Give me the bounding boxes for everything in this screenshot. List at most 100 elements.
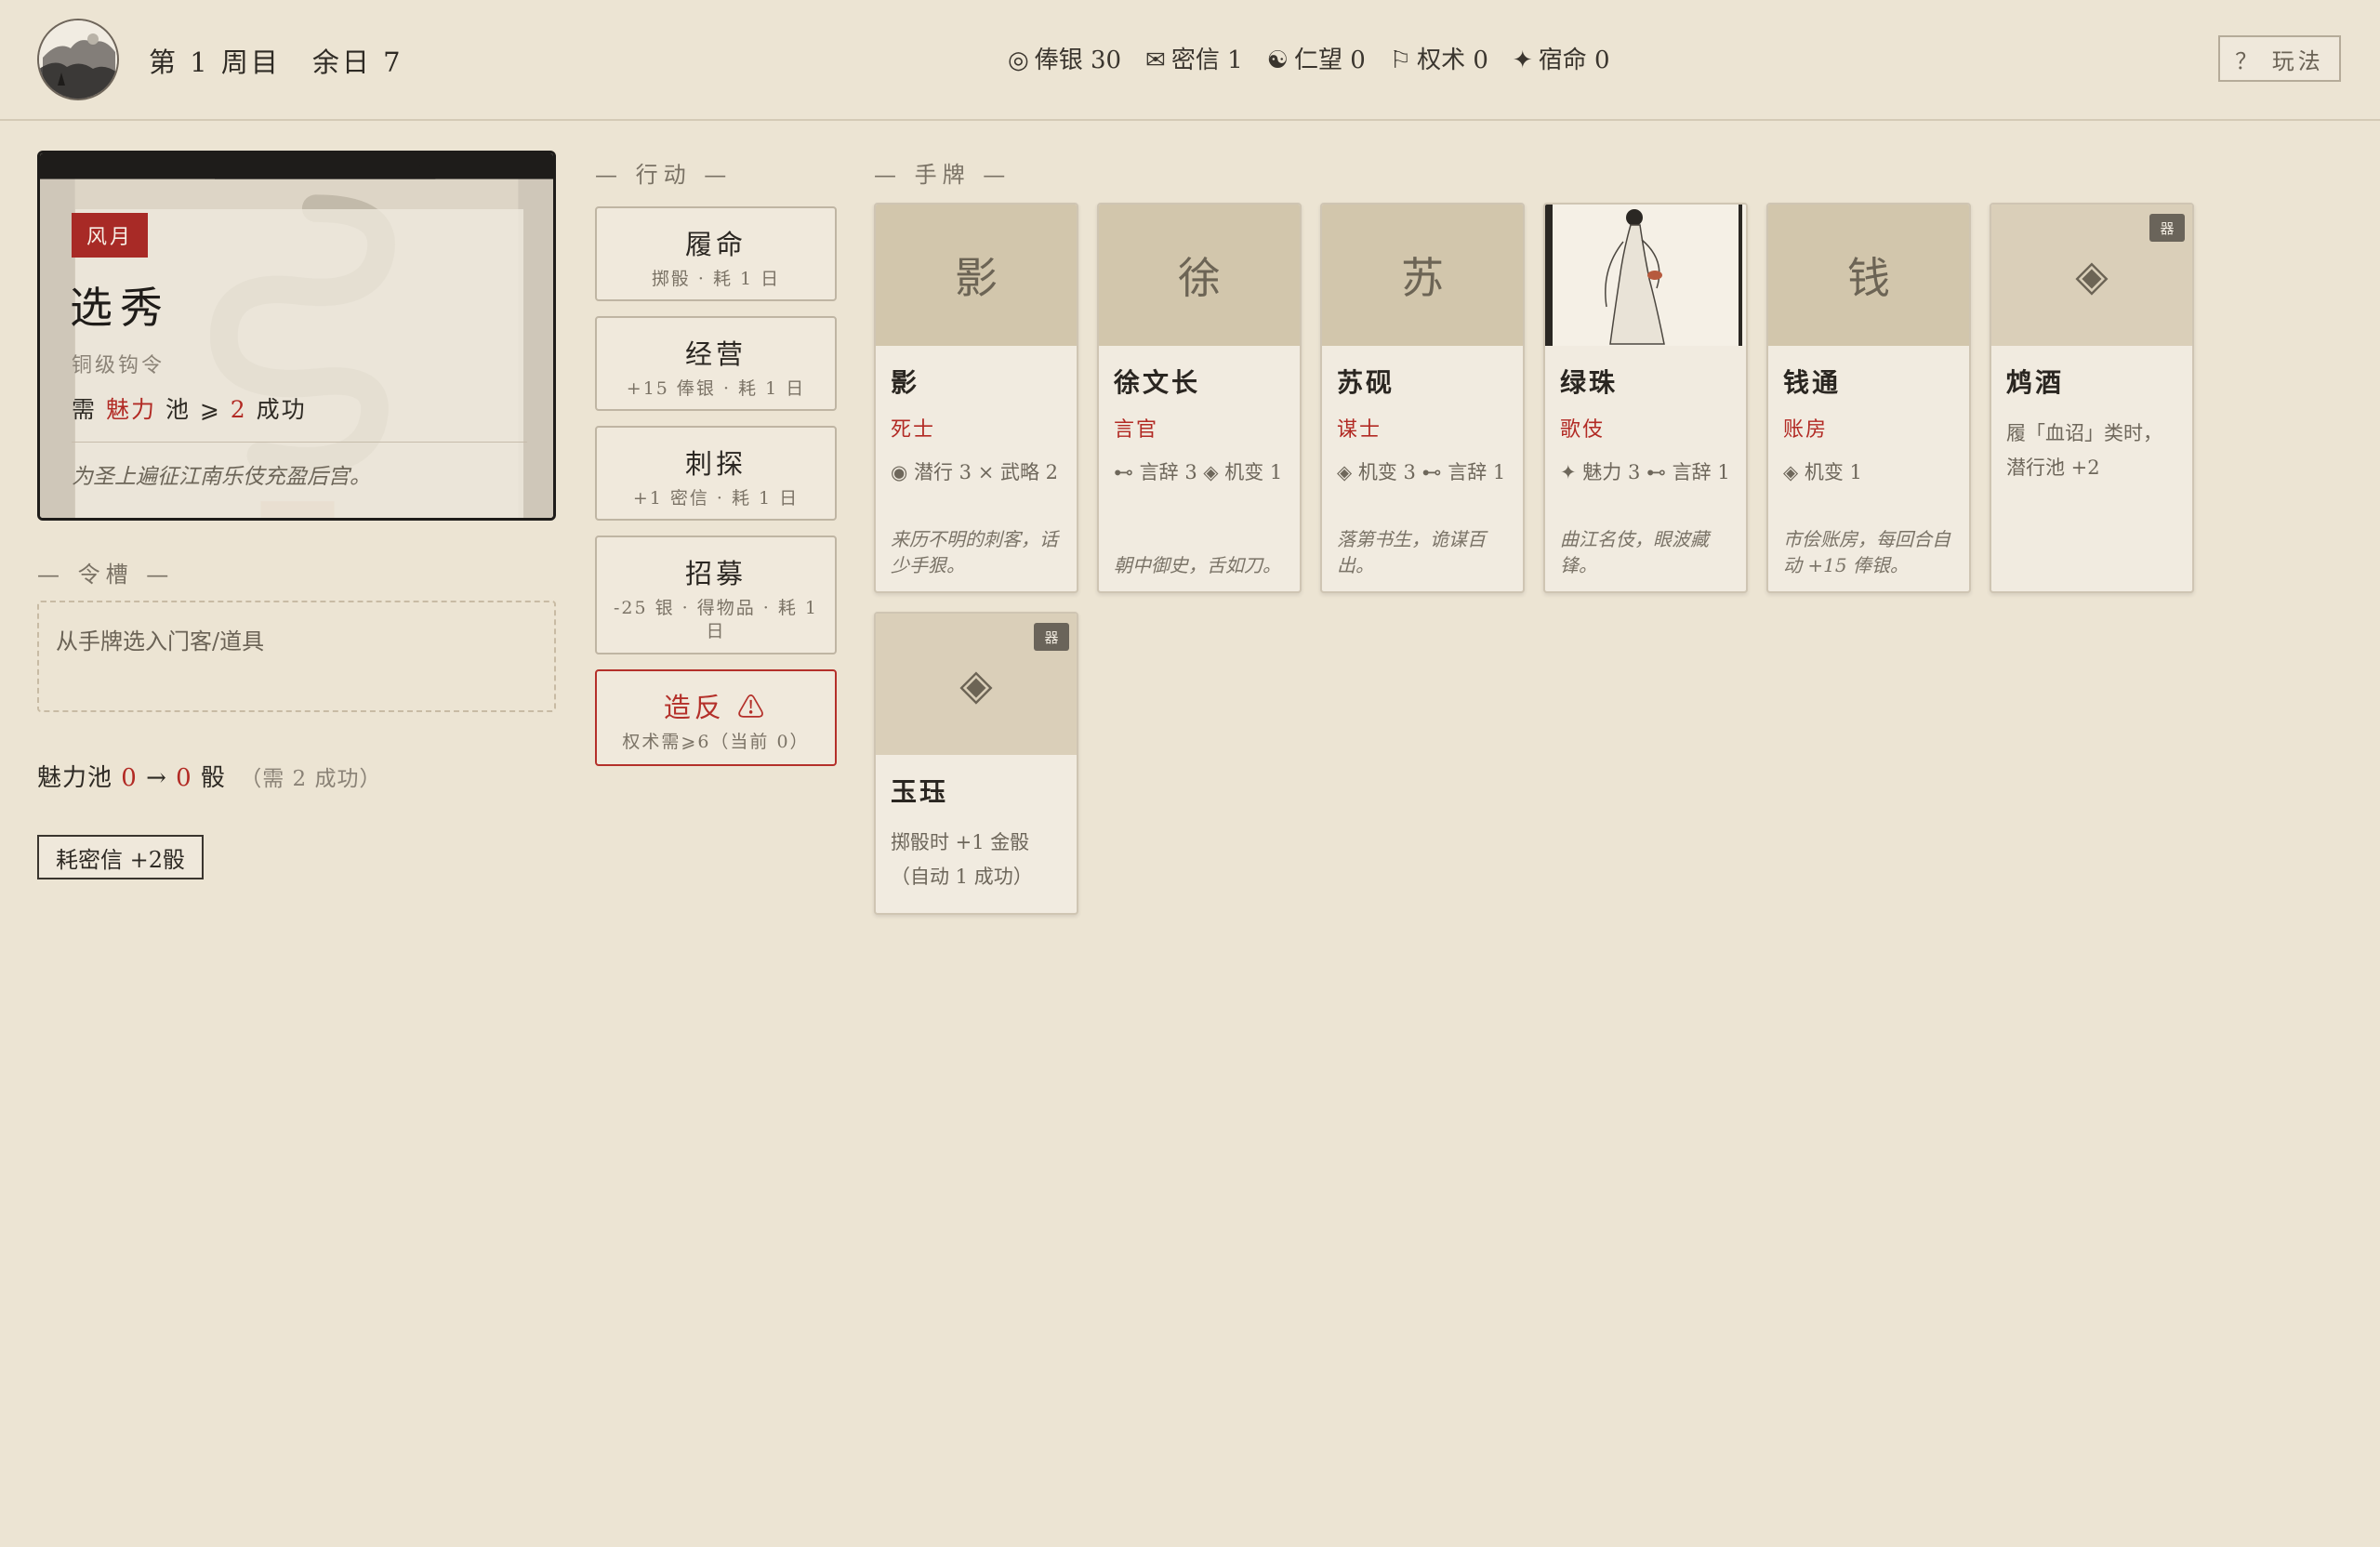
req-attribute: 魅力: [105, 396, 156, 423]
top-bar: 第 1 周目 余日 7 ◎ 俸银 30 ✉ 密信 1 ☯ 仁望 0 ⚐ 权术 0 ✦ 宿命 …: [0, 0, 2380, 121]
card-stats: ⊷ 言辞 3 ◈ 机变 1: [1114, 461, 1283, 483]
pool-to: 0: [176, 764, 192, 792]
stat-fate: ✦ 宿命 0: [1513, 41, 1610, 75]
card-portrait: ◈ 器: [876, 614, 1077, 755]
card-flavor: 曲江名伎，眼波藏锋。: [1560, 528, 1709, 576]
player-avatar[interactable]: [37, 19, 119, 100]
card-role: 账房: [1783, 418, 1829, 442]
dancer-portrait-icon: [1545, 205, 1746, 346]
days-left-label: 余日 7: [311, 46, 403, 78]
help-button[interactable]: ？ 玩法: [2218, 35, 2341, 82]
yinyang-icon: ☯: [1266, 46, 1289, 74]
event-divider: [72, 442, 527, 443]
event-subtitle: 铜级钩令: [72, 354, 165, 377]
hand-card-su-yan[interactable]: 苏 苏砚 谋士 ◈ 机变 3 ⊷ 言辞 1 落第书生，诡谋百出。: [1320, 203, 1525, 593]
diamond-icon: ◈: [2075, 250, 2109, 300]
slot-placeholder: 从手牌选入门客/道具: [56, 628, 265, 654]
order-slot[interactable]: 从手牌选入门客/道具: [37, 601, 556, 712]
stat-fate-label: 宿命 0: [1538, 46, 1610, 74]
hand-card-poison-wine[interactable]: ◈ 器 鸩酒 履「血诏」类时，潜行池 +2: [1990, 203, 2194, 593]
pool-unit: 骰: [200, 764, 226, 792]
stat-benevolence-label: 仁望 0: [1293, 46, 1366, 74]
hand-card-jade-ring[interactable]: ◈ 器 玉珏 掷骰时 +1 金骰（自动 1 成功）: [874, 612, 1078, 915]
card-portrait: [1545, 205, 1746, 346]
action-recruit[interactable]: 招募 -25 银 · 得物品 · 耗 1 日: [595, 536, 837, 654]
silver-icon: ◎: [1008, 46, 1029, 74]
pool-note: （需 2 成功）: [240, 767, 382, 791]
action-name: 刺探: [684, 448, 747, 480]
stat-benevolence: ☯ 仁望 0: [1267, 41, 1366, 75]
star-icon: ✦: [1512, 46, 1533, 74]
card-name: 钱通: [1783, 367, 1842, 398]
req-suffix: 成功: [256, 396, 307, 423]
pool-label: 魅力池: [37, 764, 113, 792]
action-desc: +1 密信 · 耗 1 日: [632, 488, 800, 509]
event-category-tag: 风月: [72, 213, 149, 258]
hand-card-qian-tong[interactable]: 钱 钱通 账房 ◈ 机变 1 市侩账房，每回合自动 +15 俸银。: [1766, 203, 1971, 593]
action-manage[interactable]: 经营 +15 俸银 · 耗 1 日: [595, 316, 837, 411]
turn-info: 第 1 周目 余日 7: [149, 41, 435, 80]
card-portrait: 钱: [1768, 205, 1969, 346]
action-name: 造反 ⚠: [663, 692, 769, 723]
card-portrait: ◈ 器: [1991, 205, 2192, 346]
card-name: 影: [891, 367, 920, 398]
card-effect: 履「血诏」类时，潜行池 +2: [2006, 422, 2162, 479]
pool-from: 0: [121, 764, 138, 792]
action-name: 招募: [684, 558, 747, 589]
action-spy[interactable]: 刺探 +1 密信 · 耗 1 日: [595, 426, 837, 521]
letter-icon: ✉: [1145, 46, 1166, 74]
card-portrait: 苏: [1322, 205, 1523, 346]
event-requirement: 需 魅力 池 ⩾ 2 成功: [72, 391, 307, 425]
card-flavor: 朝中御史，舌如刀。: [1114, 554, 1281, 576]
diamond-icon: ◈: [959, 659, 993, 709]
hand-card-xu-wenchang[interactable]: 徐 徐文长 言官 ⊷ 言辞 3 ◈ 机变 1 朝中御史，舌如刀。: [1097, 203, 1302, 593]
card-flavor: 市侩账房，每回合自动 +15 俸银。: [1783, 528, 1950, 576]
action-name: 经营: [684, 338, 747, 370]
action-desc: +15 俸银 · 耗 1 日: [626, 378, 806, 399]
item-badge: 器: [1034, 623, 1069, 651]
req-operator: 池 ⩾: [165, 396, 221, 423]
card-name: 徐文长: [1114, 367, 1201, 398]
hand-card-lv-zhu[interactable]: 绿珠 歌伎 ✦ 魅力 3 ⊷ 言辞 1 曲江名伎，眼波藏锋。: [1543, 203, 1748, 593]
card-name: 鸩酒: [2006, 367, 2065, 398]
stat-letter-label: 密信 1: [1170, 46, 1243, 74]
action-name: 履命: [684, 229, 747, 260]
card-effect: 掷骰时 +1 金骰（自动 1 成功）: [891, 831, 1033, 888]
card-name: 苏砚: [1337, 367, 1395, 398]
action-rebel[interactable]: 造反 ⚠ 权术需⩾6（当前 0）: [595, 669, 837, 766]
ink-landscape-icon: [39, 20, 117, 99]
stat-silver: ◎ 俸银 30: [1008, 41, 1121, 75]
card-flavor: 来历不明的刺客，话少手狠。: [891, 528, 1058, 576]
stat-scheme-label: 权术 0: [1417, 46, 1488, 74]
card-portrait: 影: [876, 205, 1077, 346]
event-description: 为圣上遍征江南乐伎充盈后宫。: [72, 465, 371, 489]
stat-scheme: ⚐ 权术 0: [1390, 41, 1488, 75]
card-stats: ◉ 潜行 3 ⨯ 武略 2: [891, 461, 1059, 483]
card-stats: ◈ 机变 1: [1783, 461, 1862, 483]
spend-letter-button[interactable]: 耗密信 +2骰: [37, 835, 205, 879]
card-role: 言官: [1114, 418, 1159, 442]
action-fulfill[interactable]: 履命 掷骰 · 耗 1 日: [595, 206, 837, 301]
flag-icon: ⚐: [1389, 46, 1412, 74]
event-title: 选秀: [70, 283, 170, 333]
card-stats: ✦ 魅力 3 ⊷ 言辞 1: [1560, 461, 1730, 483]
actions-title: — 行动 —: [595, 162, 733, 188]
hand-card-ying[interactable]: 影 影 死士 ◉ 潜行 3 ⨯ 武略 2 来历不明的刺客，话少手狠。: [874, 203, 1078, 593]
card-portrait: 徐: [1099, 205, 1300, 346]
card-name: 玉珏: [891, 776, 949, 807]
card-stats: ◈ 机变 3 ⊷ 言辞 1: [1337, 461, 1506, 483]
card-role: 谋士: [1337, 418, 1382, 442]
event-card[interactable]: 风月 选秀 铜级钩令 需 魅力 池 ⩾ 2 成功 为圣上遍征江南乐伎充盈后宫。: [37, 151, 556, 521]
req-prefix: 需: [72, 396, 98, 423]
slot-title: — 令槽 —: [37, 562, 175, 588]
item-badge: 器: [2149, 214, 2185, 242]
hand-title: — 手牌 —: [874, 162, 1012, 188]
card-flavor: 落第书生，诡谋百出。: [1337, 528, 1486, 576]
round-label: 第 1 周目: [149, 46, 281, 78]
card-role: 死士: [891, 418, 936, 442]
req-number: 2: [230, 396, 247, 423]
pool-arrow: →: [146, 764, 167, 792]
card-role: 歌伎: [1560, 418, 1606, 442]
dice-pool: 魅力池 0 → 0 骰 （需 2 成功）: [37, 759, 382, 793]
action-desc: -25 银 · 得物品 · 耗 1 日: [613, 598, 818, 641]
